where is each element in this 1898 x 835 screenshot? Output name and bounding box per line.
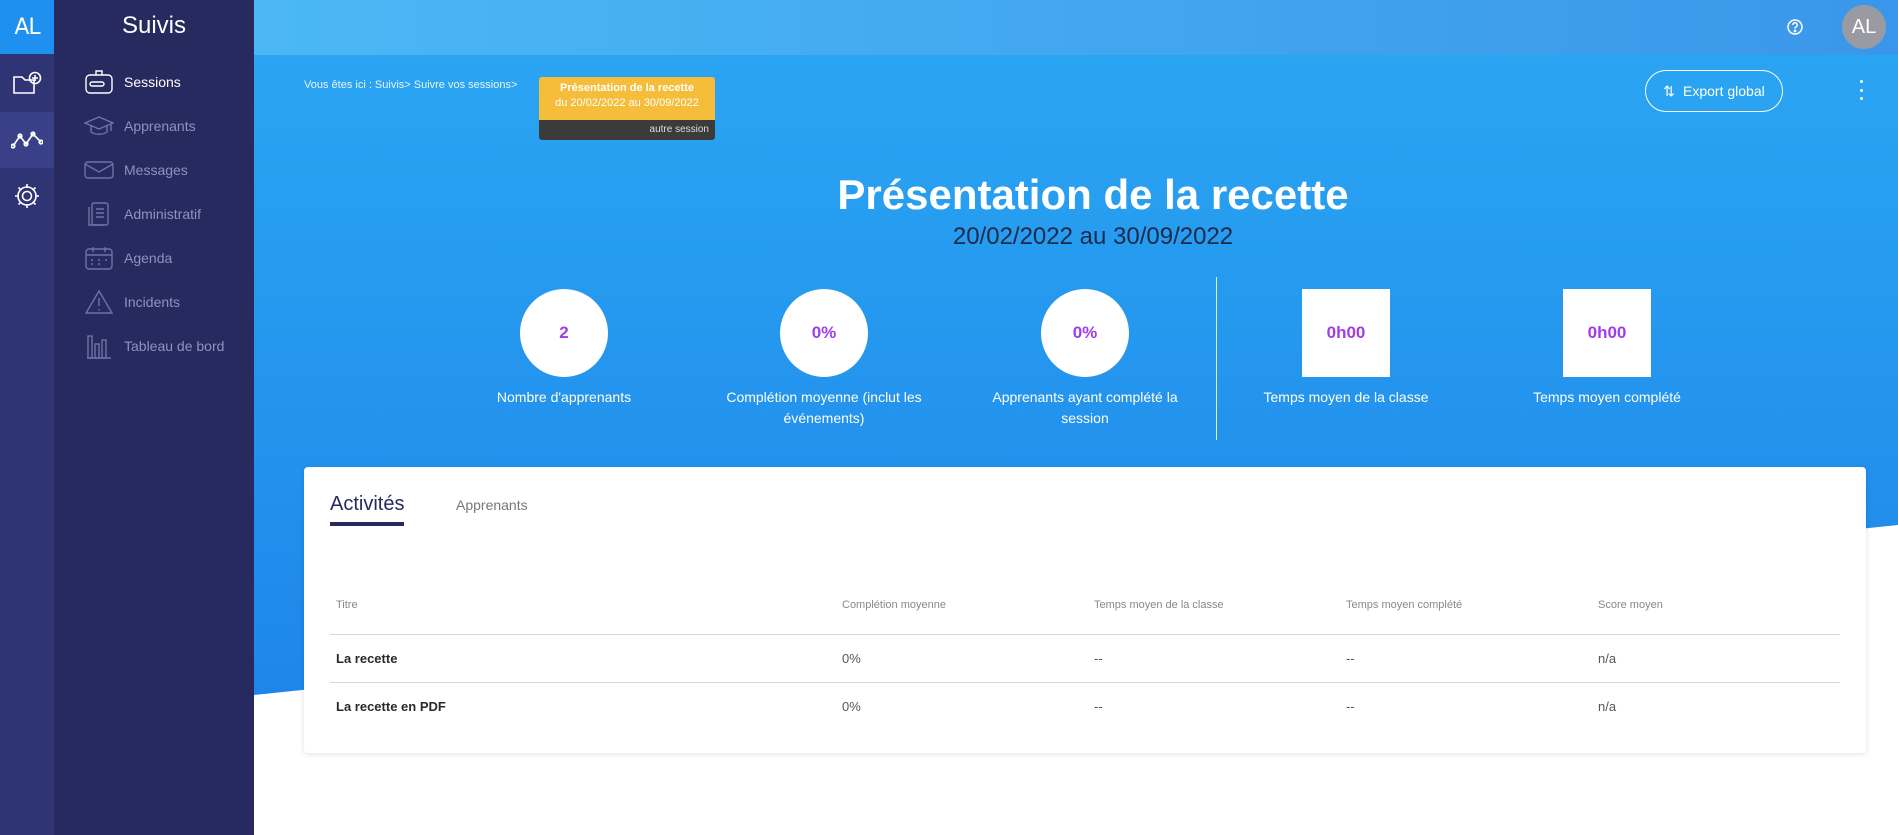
sidebar-item-label: Administratif: [124, 206, 202, 222]
graduation-cap-icon: [84, 111, 114, 141]
activity-icon: [11, 131, 43, 149]
stat-label: Apprenants ayant complété la session: [992, 389, 1178, 426]
stat-label: Temps moyen complété: [1533, 389, 1681, 405]
avatar[interactable]: AL: [1842, 5, 1886, 49]
tab-activites[interactable]: Activités: [330, 493, 405, 526]
stat-class-average-time: 0h00 Temps moyen de la classe: [1236, 289, 1456, 408]
chart-icon: [84, 331, 114, 361]
sidebar-item-messages[interactable]: Messages: [84, 152, 254, 188]
column-header-completed-time[interactable]: Temps moyen complété: [1346, 599, 1462, 611]
cell-title[interactable]: La recette en PDF: [336, 699, 446, 714]
sidebar-item-label: Agenda: [124, 250, 173, 266]
suivis-button[interactable]: [0, 112, 54, 168]
column-header-class-time[interactable]: Temps moyen de la classe: [1094, 599, 1224, 611]
sidebar-item-sessions[interactable]: Sessions: [84, 64, 254, 100]
stat-learners: 2 Nombre d'apprenants: [454, 289, 674, 408]
session-title: Présentation de la recette: [560, 82, 694, 94]
export-icon: ⇅: [1663, 82, 1675, 99]
cell-score: n/a: [1598, 699, 1617, 714]
help-icon: [1787, 19, 1803, 35]
cell-score: n/a: [1598, 651, 1617, 666]
stat-value: 0h00: [1302, 289, 1390, 377]
sidebar-item-tableau-de-bord[interactable]: Tableau de bord: [84, 328, 254, 364]
page-dates: 20/02/2022 au 30/09/2022: [952, 223, 1234, 250]
table-divider: [330, 682, 1840, 683]
sidebar-item-label: Sessions: [124, 74, 181, 90]
stat-value: 0h00: [1563, 289, 1651, 377]
settings-button[interactable]: [0, 168, 54, 224]
app-logo[interactable]: AL: [0, 0, 54, 54]
stat-average-completion: 0% Complétion moyenne (inclut les événem…: [714, 289, 934, 429]
help-button[interactable]: [1782, 14, 1808, 40]
breadcrumb[interactable]: Vous êtes ici : Suivis> Suivre vos sessi…: [304, 79, 517, 91]
other-session-link[interactable]: autre session: [539, 120, 715, 140]
column-header-title[interactable]: Titre: [336, 599, 358, 611]
stat-value: 0%: [780, 289, 868, 377]
folder-add-icon: [13, 71, 42, 94]
stat-value: 2: [520, 289, 608, 377]
calendar-icon: [84, 243, 114, 273]
top-bar: [254, 0, 1898, 55]
stat-label: Nombre d'apprenants: [496, 389, 632, 405]
cell-class-time: --: [1094, 651, 1103, 666]
sidebar-item-incidents[interactable]: Incidents: [84, 284, 254, 320]
main-content: AL Vous êtes ici : Suivis> Suivre vos se…: [254, 0, 1898, 835]
stat-completed-learners: 0% Apprenants ayant complété la session: [975, 289, 1195, 429]
stat-label: Temps moyen de la classe: [1263, 389, 1429, 405]
session-selector[interactable]: Présentation de la recette du 20/02/2022…: [539, 77, 715, 140]
folder-add-button[interactable]: [0, 56, 54, 112]
activities-card: Activités Apprenants Titre Complétion mo…: [304, 467, 1866, 753]
sidebar-item-label: Apprenants: [124, 118, 196, 134]
stats-divider: [1216, 277, 1217, 440]
icon-rail: AL: [0, 0, 54, 835]
warning-icon: [84, 287, 114, 317]
kebab-dot: [1859, 97, 1863, 100]
export-label: Export global: [1683, 83, 1765, 99]
cell-title[interactable]: La recette: [336, 651, 397, 666]
cell-completed-time: --: [1346, 651, 1355, 666]
cell-completed-time: --: [1346, 699, 1355, 714]
sidebar-title: Suivis: [121, 12, 187, 39]
table-divider: [330, 634, 1840, 635]
sidebar-item-apprenants[interactable]: Apprenants: [84, 108, 254, 144]
stat-value: 0%: [1041, 289, 1129, 377]
sidebar: Suivis Sessions Apprenants Messages Admi…: [54, 0, 254, 835]
kebab-dot: [1859, 80, 1863, 83]
tab-apprenants[interactable]: Apprenants: [456, 497, 528, 513]
sidebar-item-administratif[interactable]: Administratif: [84, 196, 254, 232]
envelope-icon: [84, 155, 114, 185]
sidebar-item-label: Messages: [124, 162, 188, 178]
sessions-icon: [84, 67, 114, 97]
session-dates: du 20/02/2022 au 30/09/2022: [555, 97, 699, 109]
sidebar-item-label: Incidents: [124, 294, 181, 310]
export-global-button[interactable]: ⇅ Export global: [1645, 70, 1783, 112]
kebab-dot: [1859, 88, 1863, 92]
more-options-button[interactable]: [1856, 80, 1866, 100]
cell-completion: 0%: [842, 699, 861, 714]
sidebar-item-agenda[interactable]: Agenda: [84, 240, 254, 276]
column-header-score[interactable]: Score moyen: [1598, 599, 1663, 611]
document-icon: [84, 199, 114, 229]
stat-completed-average-time: 0h00 Temps moyen complété: [1497, 289, 1717, 408]
page-title: Présentation de la recette: [837, 171, 1349, 218]
cell-class-time: --: [1094, 699, 1103, 714]
stat-label: Complétion moyenne (inclut les événement…: [726, 389, 922, 426]
gear-icon: [15, 184, 39, 208]
cell-completion: 0%: [842, 651, 861, 666]
sidebar-item-label: Tableau de bord: [124, 338, 225, 354]
column-header-completion[interactable]: Complétion moyenne: [842, 599, 946, 611]
